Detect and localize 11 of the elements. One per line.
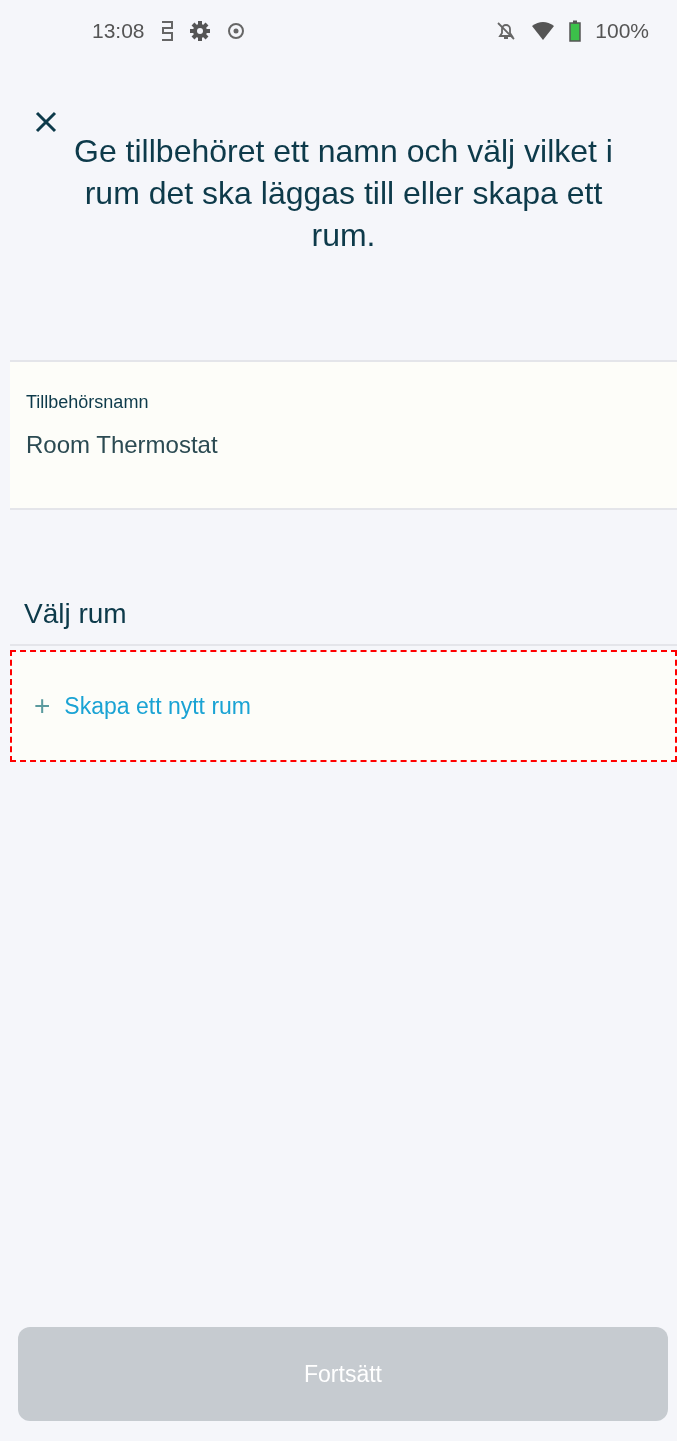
name-input[interactable]: Room Thermostat [26,431,661,459]
gear-icon [188,20,211,42]
wifi-icon [531,21,556,41]
plus-icon: + [34,690,51,722]
page-title: Ge tillbehöret ett namn och välj vilket i rum det ska läggas till eller skapa ett rum. [73,132,614,255]
section-title: Välj rum [10,598,677,646]
clock-time: 13:08 [92,19,145,43]
battery-percentage: 100% [595,19,649,43]
name-field[interactable]: Tillbehörsnamn Room Thermostat [10,362,677,510]
field-label: Tillbehörsnamn [26,392,150,413]
battery-icon [569,20,582,42]
